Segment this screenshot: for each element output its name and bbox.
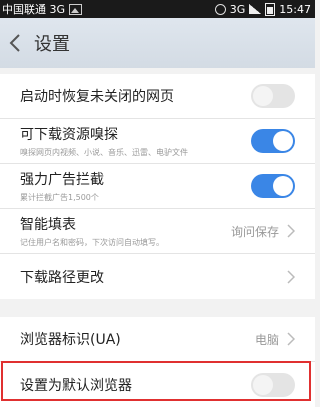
ad-block-toggle[interactable] bbox=[251, 174, 295, 198]
setting-autofill[interactable]: 智能填表 记住用户名和密码，下次访问自动填写。 询问保存 bbox=[0, 209, 315, 254]
battery-icon bbox=[265, 2, 276, 16]
status-bar: 中国联通 3G 3G 15:47 bbox=[0, 0, 315, 18]
default-browser-toggle[interactable] bbox=[251, 372, 295, 397]
carrier-label: 中国联通 3G bbox=[2, 3, 66, 16]
setting-restore-pages[interactable]: 启动时恢复未关闭的网页 bbox=[0, 74, 315, 119]
setting-label: 智能填表 bbox=[20, 217, 76, 233]
setting-value: 电脑 bbox=[254, 332, 279, 347]
network-label: 3G bbox=[229, 2, 246, 16]
image-icon bbox=[69, 3, 83, 15]
resource-sniff-toggle[interactable] bbox=[251, 129, 295, 153]
setting-label: 启动时恢复未关闭的网页 bbox=[20, 89, 174, 105]
setting-default-browser[interactable]: 设置为默认浏览器 bbox=[0, 362, 315, 407]
setting-download-path[interactable]: 下载路径更改 bbox=[0, 254, 315, 299]
chevron-right-icon bbox=[287, 269, 295, 284]
alarm-icon bbox=[214, 3, 226, 15]
setting-description: 累计拦截广告1,500个 bbox=[20, 193, 99, 202]
clock-label: 15:47 bbox=[279, 2, 311, 16]
setting-ad-block[interactable]: 强力广告拦截 累计拦截广告1,500个 bbox=[0, 164, 315, 209]
app-header: 设置 bbox=[0, 18, 315, 68]
setting-label: 浏览器标识(UA) bbox=[20, 332, 121, 348]
restore-pages-toggle[interactable] bbox=[251, 84, 295, 108]
back-button[interactable] bbox=[0, 18, 30, 68]
setting-resource-sniff[interactable]: 可下载资源嗅探 嗅探网页内视频、小说、音乐、迅雷、电驴文件 bbox=[0, 119, 315, 164]
chevron-right-icon bbox=[287, 224, 295, 238]
setting-label: 下载路径更改 bbox=[20, 269, 104, 286]
setting-user-agent[interactable]: 浏览器标识(UA) 电脑 bbox=[0, 317, 315, 362]
setting-description: 记住用户名和密码，下次访问自动填写。 bbox=[20, 238, 164, 247]
settings-section-2: 浏览器标识(UA) 电脑 设置为默认浏览器 bbox=[0, 317, 315, 407]
chevron-right-icon bbox=[287, 332, 295, 346]
setting-value: 询问保存 bbox=[230, 224, 279, 239]
divider bbox=[0, 300, 315, 317]
setting-label: 设置为默认浏览器 bbox=[20, 377, 132, 394]
setting-label: 可下载资源嗅探 bbox=[20, 127, 118, 143]
setting-description: 嗅探网页内视频、小说、音乐、迅雷、电驴文件 bbox=[20, 148, 188, 157]
chevron-left-icon bbox=[9, 34, 20, 52]
page-title: 设置 bbox=[34, 34, 70, 55]
settings-section: 启动时恢复未关闭的网页 可下载资源嗅探 嗅探网页内视频、小说、音乐、迅雷、电驴文… bbox=[0, 74, 315, 299]
signal-icon bbox=[249, 4, 262, 14]
setting-label: 强力广告拦截 bbox=[20, 172, 104, 188]
